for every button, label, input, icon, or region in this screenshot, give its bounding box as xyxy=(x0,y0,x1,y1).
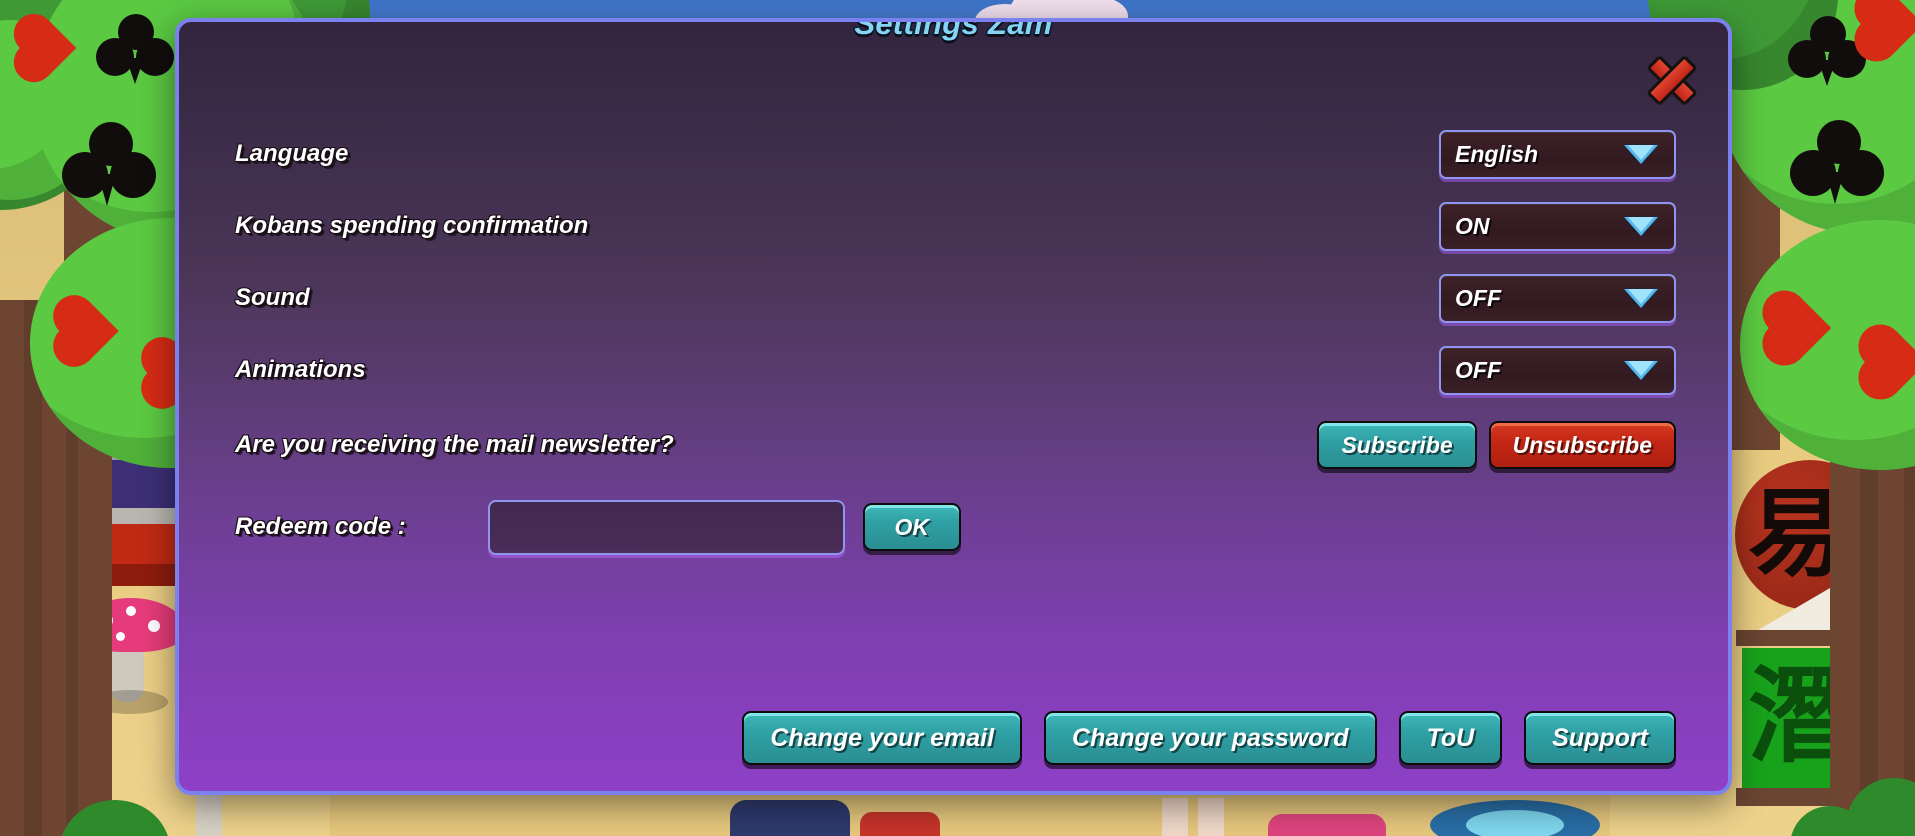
dialog-title: Settings Zam xyxy=(853,18,1054,43)
mushroom-dot xyxy=(116,632,125,641)
club-suit-icon xyxy=(1790,120,1886,214)
setting-row-kobans-confirmation: Kobans spending confirmation ON xyxy=(179,190,1728,262)
setting-row-animations: Animations OFF xyxy=(179,334,1728,406)
setting-row-sound: Sound OFF xyxy=(179,262,1728,334)
support-button[interactable]: Support xyxy=(1524,711,1676,765)
sound-dropdown-value: OFF xyxy=(1455,284,1501,311)
redeem-code-input[interactable] xyxy=(487,499,845,555)
close-button[interactable] xyxy=(1644,53,1700,107)
subscribe-button[interactable]: Subscribe xyxy=(1317,421,1477,469)
unsubscribe-button[interactable]: Unsubscribe xyxy=(1488,421,1676,469)
heart-suit-icon xyxy=(1860,0,1915,56)
change-password-button[interactable]: Change your password xyxy=(1044,711,1377,765)
tou-button[interactable]: ToU xyxy=(1398,711,1503,765)
heart-suit-icon xyxy=(58,298,120,361)
kobans-confirmation-value: ON xyxy=(1455,212,1490,239)
club-suit-icon xyxy=(62,122,158,216)
prop-bag xyxy=(860,812,940,836)
newsletter-question: Are you receiving the mail newsletter? xyxy=(235,431,674,458)
redeem-ok-button[interactable]: OK xyxy=(862,503,961,551)
change-email-button[interactable]: Change your email xyxy=(742,711,1023,765)
kobans-confirmation-dropdown[interactable]: ON xyxy=(1439,201,1676,251)
prop-pink xyxy=(1268,814,1386,836)
prop-leg xyxy=(1198,798,1224,836)
heart-suit-icon xyxy=(19,18,78,77)
prop-disc-inner xyxy=(1466,810,1564,836)
prop-leg xyxy=(1162,798,1188,836)
mushroom-dot xyxy=(148,620,160,632)
animations-dropdown-value: OFF xyxy=(1455,356,1501,383)
setting-label-sound: Sound xyxy=(235,284,310,311)
chevron-down-icon xyxy=(1624,289,1658,308)
heart-suit-icon xyxy=(1864,330,1915,394)
chevron-down-icon xyxy=(1624,361,1658,380)
mushroom-dot xyxy=(126,606,136,616)
setting-row-redeem: Redeem code : OK xyxy=(179,484,1728,570)
sound-dropdown[interactable]: OFF xyxy=(1439,273,1676,323)
newsletter-buttons: Subscribe Unsubscribe xyxy=(1317,421,1676,469)
prop-bag xyxy=(730,800,850,836)
redeem-code-label: Redeem code : xyxy=(235,513,406,540)
setting-row-language: Language English xyxy=(179,118,1728,190)
prop-stool xyxy=(196,790,222,836)
animations-dropdown[interactable]: OFF xyxy=(1439,345,1676,395)
club-suit-icon xyxy=(1788,16,1868,94)
setting-label-animations: Animations xyxy=(235,356,366,383)
setting-row-newsletter: Are you receiving the mail newsletter? S… xyxy=(179,406,1728,484)
heart-suit-icon xyxy=(1768,296,1832,360)
settings-dialog: Settings Zam Language English Kobans spe… xyxy=(175,18,1732,795)
setting-label-language: Language xyxy=(235,140,349,167)
setting-label-kobans-confirmation: Kobans spending confirmation xyxy=(235,212,589,239)
language-dropdown-value: English xyxy=(1455,140,1539,167)
chevron-down-icon xyxy=(1624,217,1658,236)
chevron-down-icon xyxy=(1624,145,1658,164)
language-dropdown[interactable]: English xyxy=(1439,129,1676,179)
settings-list: Language English Kobans spending confirm… xyxy=(179,118,1728,570)
club-suit-icon xyxy=(96,14,176,92)
dialog-footer: Change your email Change your password T… xyxy=(179,711,1728,765)
